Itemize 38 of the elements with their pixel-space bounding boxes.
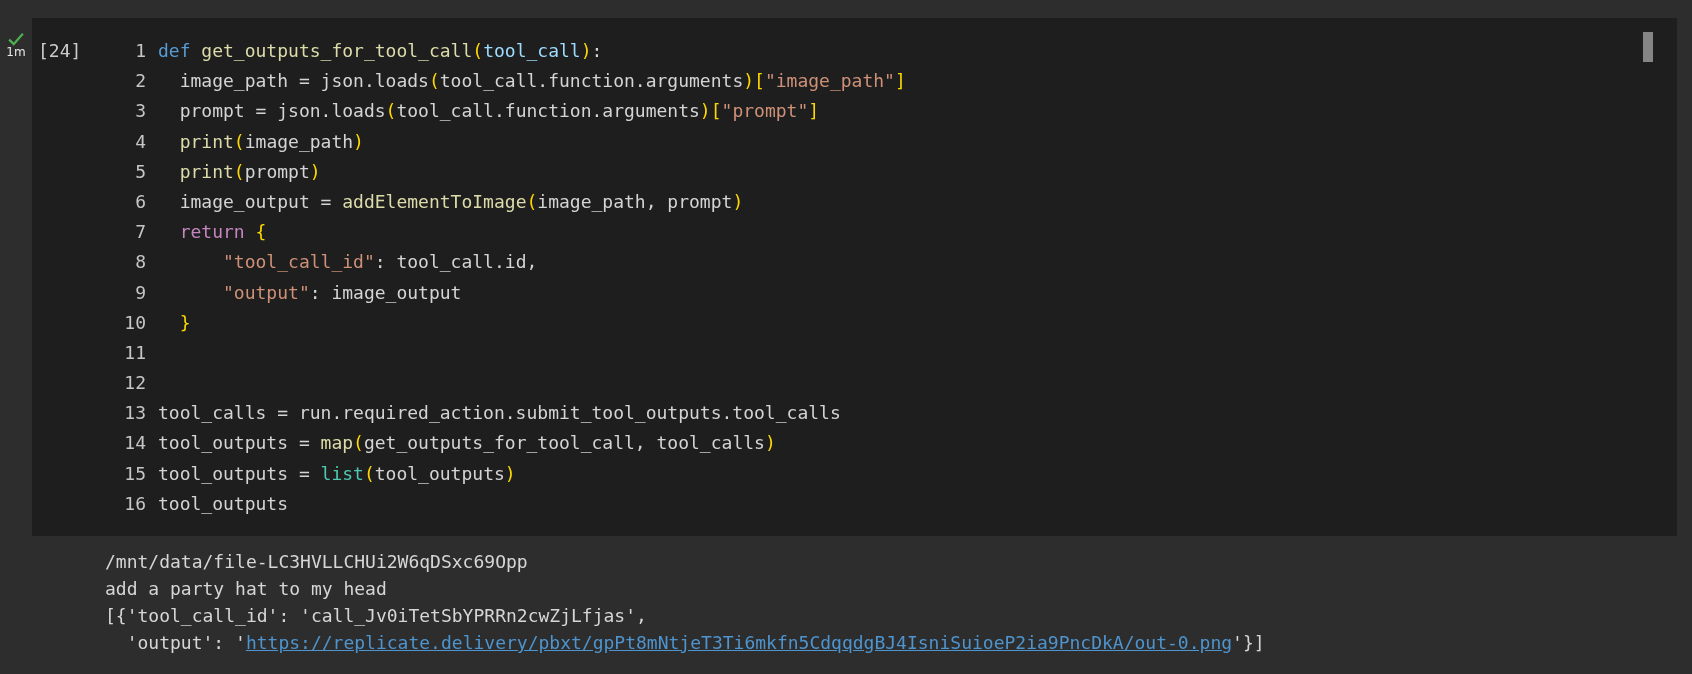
scrollbar-thumb[interactable] <box>1643 32 1653 62</box>
line-number: 10 <box>123 310 146 335</box>
execution-time: 1m <box>6 46 26 58</box>
code-line: tool_outputs = map(get_outputs_for_tool_call, tool_calls) <box>158 431 777 456</box>
line-number: 15 <box>123 461 146 486</box>
output-line: /mnt/data/file-LC3HVLLCHUi2W6qDSxc69Opp <box>105 550 529 574</box>
output-line: add a party hat to my head <box>105 577 388 601</box>
output-line: 'output': 'https://replicate.delivery/pbxt/gpPt8mNtjeT3Ti6mkfn5CdqqdgBJ4IsniSuioeP2ia9PncDkA/out-0.png'}] <box>125 631 1266 655</box>
line-number: 4 <box>134 129 146 154</box>
line-number: 8 <box>134 250 146 275</box>
code-line: tool_calls = run.required_action.submit_tool_outputs.tool_calls <box>158 401 842 426</box>
code-line: def get_outputs_for_tool_call(tool_call): <box>158 39 604 63</box>
code-line: tool_outputs = list(tool_outputs) <box>158 461 517 486</box>
line-number: 14 <box>123 431 146 456</box>
line-number: 12 <box>123 371 146 396</box>
code-line: tool_outputs <box>158 491 290 516</box>
line-number: 7 <box>134 220 146 245</box>
line-number: 9 <box>134 280 146 305</box>
execution-count: [24] <box>37 39 83 63</box>
code-line: } <box>178 310 192 335</box>
output-line: [{'tool_call_id': 'call_Jv0iTetSbYPRRn2cwZjLfjas', <box>105 604 648 628</box>
line-number: 1 <box>134 39 146 63</box>
code-line: image_output = addElementToImage(image_path, prompt) <box>178 189 745 214</box>
code-line: prompt = json.loads(tool_call.function.arguments)["prompt"] <box>178 99 821 124</box>
code-line: "output": image_output <box>222 280 463 305</box>
code-line: print(image_path) <box>178 129 365 154</box>
line-number: 3 <box>134 99 146 124</box>
line-number: 5 <box>134 159 146 184</box>
code-line: print(prompt) <box>178 159 322 184</box>
code-line: "tool_call_id": tool_call.id, <box>222 250 539 275</box>
code-line: image_path = json.loads(tool_call.function.arguments)["image_path"] <box>178 69 906 94</box>
line-number: 16 <box>123 491 146 516</box>
line-number: 11 <box>123 340 146 365</box>
line-number: 13 <box>123 401 146 426</box>
url-link[interactable]: https://replicate.delivery/pbxt/gpPt8mNtjeT3Ti6mkfn5CdqqdgBJ4IsniSuioeP2ia9PncDkA/out-0.png <box>245 632 1233 653</box>
line-number: 6 <box>134 189 146 214</box>
line-number: 2 <box>134 69 146 94</box>
code-line: return { <box>178 220 268 245</box>
